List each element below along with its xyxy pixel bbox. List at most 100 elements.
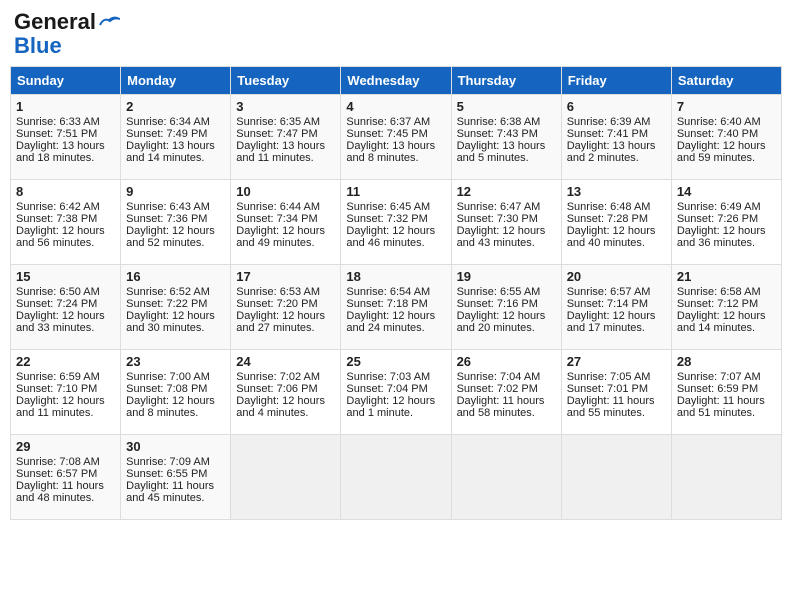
day-number: 10 [236,184,335,199]
sunrise-line: Sunrise: 6:52 AM [126,286,210,298]
sunrise-line: Sunrise: 6:33 AM [16,116,100,128]
calendar-cell: 24Sunrise: 7:02 AMSunset: 7:06 PMDayligh… [231,350,341,435]
day-number: 8 [16,184,115,199]
calendar-cell [231,435,341,520]
sunset-line: Sunset: 6:57 PM [16,468,97,480]
day-number: 1 [16,99,115,114]
sunset-line: Sunset: 7:28 PM [567,213,648,225]
day-header-thursday: Thursday [451,67,561,95]
sunset-line: Sunset: 7:20 PM [236,298,317,310]
sunrise-line: Sunrise: 6:35 AM [236,116,320,128]
calendar-cell: 9Sunrise: 6:43 AMSunset: 7:36 PMDaylight… [121,180,231,265]
daylight-line: Daylight: 12 hours and 43 minutes. [457,225,546,249]
daylight-line: Daylight: 12 hours and 8 minutes. [126,395,215,419]
sunset-line: Sunset: 7:22 PM [126,298,207,310]
calendar-week-row: 8 Sunrise: 6:42 AMSunset: 7:38 PM Daylight… [11,180,782,265]
day-number: 6 [567,99,666,114]
calendar-cell: 6Sunrise: 6:39 AMSunset: 7:41 PMDaylight… [561,95,671,180]
daylight-line: Daylight: 12 hours and 36 minutes. [677,225,766,249]
sunset-line: Sunset: 7:02 PM [457,383,538,395]
day-number: 24 [236,354,335,369]
calendar-cell: 26Sunrise: 7:04 AMSunset: 7:02 PMDayligh… [451,350,561,435]
calendar-cell: 25Sunrise: 7:03 AMSunset: 7:04 PMDayligh… [341,350,451,435]
calendar-cell: 10Sunrise: 6:44 AMSunset: 7:34 PMDayligh… [231,180,341,265]
sunset-line: Sunset: 7:06 PM [236,383,317,395]
sunrise-line: Sunrise: 6:39 AM [567,116,651,128]
sunrise-line: Sunrise: 7:05 AM [567,371,651,383]
calendar-cell: 8Sunrise: 6:42 AMSunset: 7:38 PMDaylight… [11,180,121,265]
day-number: 29 [16,439,115,454]
day-number: 30 [126,439,225,454]
calendar-week-row: 22Sunrise: 6:59 AMSunset: 7:10 PMDayligh… [11,350,782,435]
sunset-line: Sunset: 7:51 PM [16,128,97,140]
logo-text: General Blue [14,10,120,58]
day-number: 11 [346,184,445,199]
calendar-cell: 17Sunrise: 6:53 AMSunset: 7:20 PMDayligh… [231,265,341,350]
daylight-line: Daylight: 12 hours and 40 minutes. [567,225,656,249]
daylight-line: Daylight: 11 hours and 48 minutes. [16,480,104,504]
sunrise-line: Sunrise: 6:59 AM [16,371,100,383]
sunrise-line: Sunrise: 7:04 AM [457,371,541,383]
calendar-cell [451,435,561,520]
sunrise-line: Sunrise: 6:48 AM [567,201,651,213]
day-number: 13 [567,184,666,199]
sunset-line: Sunset: 7:08 PM [126,383,207,395]
calendar-cell: 29 Sunrise: 7:08 AMSunset: 6:57 PMDayligh… [11,435,121,520]
calendar-cell: 30Sunrise: 7:09 AMSunset: 6:55 PMDayligh… [121,435,231,520]
sunrise-line: Sunrise: 7:00 AM [126,371,210,383]
calendar-cell: 23Sunrise: 7:00 AMSunset: 7:08 PMDayligh… [121,350,231,435]
day-number: 16 [126,269,225,284]
calendar-cell: 11Sunrise: 6:45 AMSunset: 7:32 PMDayligh… [341,180,451,265]
sunrise-line: Sunrise: 7:08 AM [16,456,100,468]
sunset-line: Sunset: 7:49 PM [126,128,207,140]
calendar-week-row: 29 Sunrise: 7:08 AMSunset: 6:57 PMDayligh… [11,435,782,520]
daylight-line: Daylight: 12 hours and 52 minutes. [126,225,215,249]
daylight-line: Daylight: 12 hours and 49 minutes. [236,225,325,249]
day-header-monday: Monday [121,67,231,95]
day-number: 3 [236,99,335,114]
day-number: 14 [677,184,776,199]
sunrise-line: Sunrise: 6:43 AM [126,201,210,213]
sunrise-line: Sunrise: 6:47 AM [457,201,541,213]
day-number: 4 [346,99,445,114]
day-number: 21 [677,269,776,284]
calendar-cell: 20Sunrise: 6:57 AMSunset: 7:14 PMDayligh… [561,265,671,350]
sunset-line: Sunset: 7:32 PM [346,213,427,225]
sunrise-line: Sunrise: 6:57 AM [567,286,651,298]
calendar-cell: 2Sunrise: 6:34 AMSunset: 7:49 PMDaylight… [121,95,231,180]
calendar-cell: 28Sunrise: 7:07 AMSunset: 6:59 PMDayligh… [671,350,781,435]
day-number: 26 [457,354,556,369]
daylight-line: Daylight: 13 hours and 8 minutes. [346,140,435,164]
sunset-line: Sunset: 7:38 PM [16,213,97,225]
calendar-header-row: SundayMondayTuesdayWednesdayThursdayFrid… [11,67,782,95]
calendar-cell: 4Sunrise: 6:37 AMSunset: 7:45 PMDaylight… [341,95,451,180]
calendar-cell [671,435,781,520]
day-number: 22 [16,354,115,369]
sunrise-line: Sunrise: 6:54 AM [346,286,430,298]
calendar-cell: 27Sunrise: 7:05 AMSunset: 7:01 PMDayligh… [561,350,671,435]
sunrise-line: Sunrise: 6:34 AM [126,116,210,128]
sunrise-line: Sunrise: 6:58 AM [677,286,761,298]
daylight-line: Daylight: 11 hours and 55 minutes. [567,395,655,419]
calendar-body: 1 Sunrise: 6:33 AMSunset: 7:51 PM Daylight… [11,95,782,520]
day-number: 2 [126,99,225,114]
day-number: 18 [346,269,445,284]
calendar-cell: 1Sunrise: 6:33 AMSunset: 7:51 PMDaylight… [11,95,121,180]
daylight-line: Daylight: 12 hours and 46 minutes. [346,225,435,249]
calendar-cell: 15Sunrise: 6:50 AMSunset: 7:24 PMDayligh… [11,265,121,350]
bird-icon [98,15,120,29]
calendar-cell: 3Sunrise: 6:35 AMSunset: 7:47 PMDaylight… [231,95,341,180]
day-number: 5 [457,99,556,114]
sunset-line: Sunset: 7:43 PM [457,128,538,140]
calendar-cell: 14Sunrise: 6:49 AMSunset: 7:26 PMDayligh… [671,180,781,265]
sunrise-line: Sunrise: 6:42 AM [16,201,100,213]
day-number: 15 [16,269,115,284]
sunset-line: Sunset: 7:14 PM [567,298,648,310]
sunrise-line: Sunrise: 7:02 AM [236,371,320,383]
sunrise-line: Sunrise: 6:37 AM [346,116,430,128]
sunset-line: Sunset: 7:18 PM [346,298,427,310]
sunrise-line: Sunrise: 6:38 AM [457,116,541,128]
calendar-cell: 18Sunrise: 6:54 AMSunset: 7:18 PMDayligh… [341,265,451,350]
calendar-cell: 16Sunrise: 6:52 AMSunset: 7:22 PMDayligh… [121,265,231,350]
sunset-line: Sunset: 7:47 PM [236,128,317,140]
